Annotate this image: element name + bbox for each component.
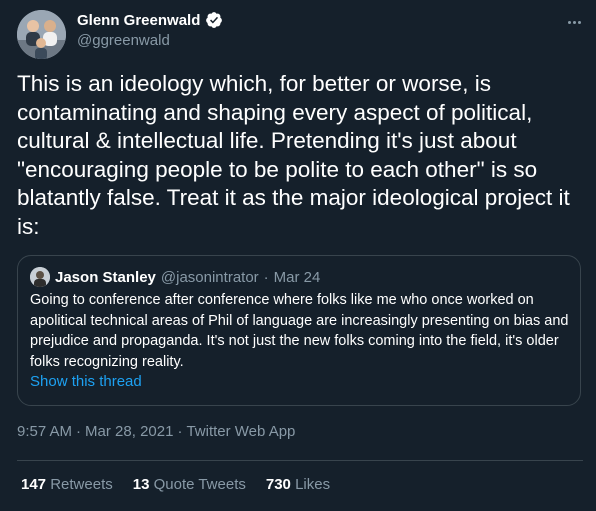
tweet-source[interactable]: Twitter Web App [186,423,295,440]
retweets-count: 147 [21,476,47,493]
quote-tweets-count: 13 [132,476,150,493]
meta-separator: · [76,423,82,440]
quoted-author-name: Jason Stanley [55,268,156,286]
quoted-date: Mar 24 [273,268,321,286]
tweet-time[interactable]: 9:57 AM [17,423,72,440]
more-options-icon[interactable] [563,12,585,32]
likes-count: 730 [265,476,291,493]
tweet-text: This is an ideology which, for better or… [17,71,570,239]
author-handle[interactable]: @ggreenwald [77,32,170,49]
divider [17,460,583,461]
likes-label: Likes [295,476,331,493]
show-thread-link[interactable]: Show this thread [30,373,142,390]
author-name[interactable]: Glenn Greenwald [77,12,200,29]
meta-separator: · [177,423,183,440]
author-name-row[interactable]: Glenn Greenwald [77,11,223,29]
retweets-stat[interactable]: 147 Retweets [21,476,113,493]
quoted-tweet-text: Going to conference after conference whe… [30,292,569,370]
quoted-separator: · [263,268,269,286]
engagement-stats: 147 Retweets 13 Quote Tweets 730 Likes [21,476,330,493]
quoted-author-handle: @jasonintrator [160,268,259,286]
quoted-author-avatar [30,267,50,287]
quoted-tweet-header: Jason Stanley @jasonintrator · Mar 24 [30,267,320,287]
tweet-meta: 9:57 AM · Mar 28, 2021 · Twitter Web App [17,423,295,440]
verified-badge-icon [205,11,223,29]
likes-stat[interactable]: 730 Likes [266,476,330,493]
author-avatar[interactable] [17,10,66,59]
quoted-tweet[interactable]: Jason Stanley @jasonintrator · Mar 24 Go… [17,255,581,406]
retweets-label: Retweets [50,476,113,493]
quote-tweets-stat[interactable]: 13 Quote Tweets [133,476,246,493]
quote-tweets-label: Quote Tweets [153,476,246,493]
tweet-date[interactable]: Mar 28, 2021 [85,423,173,440]
